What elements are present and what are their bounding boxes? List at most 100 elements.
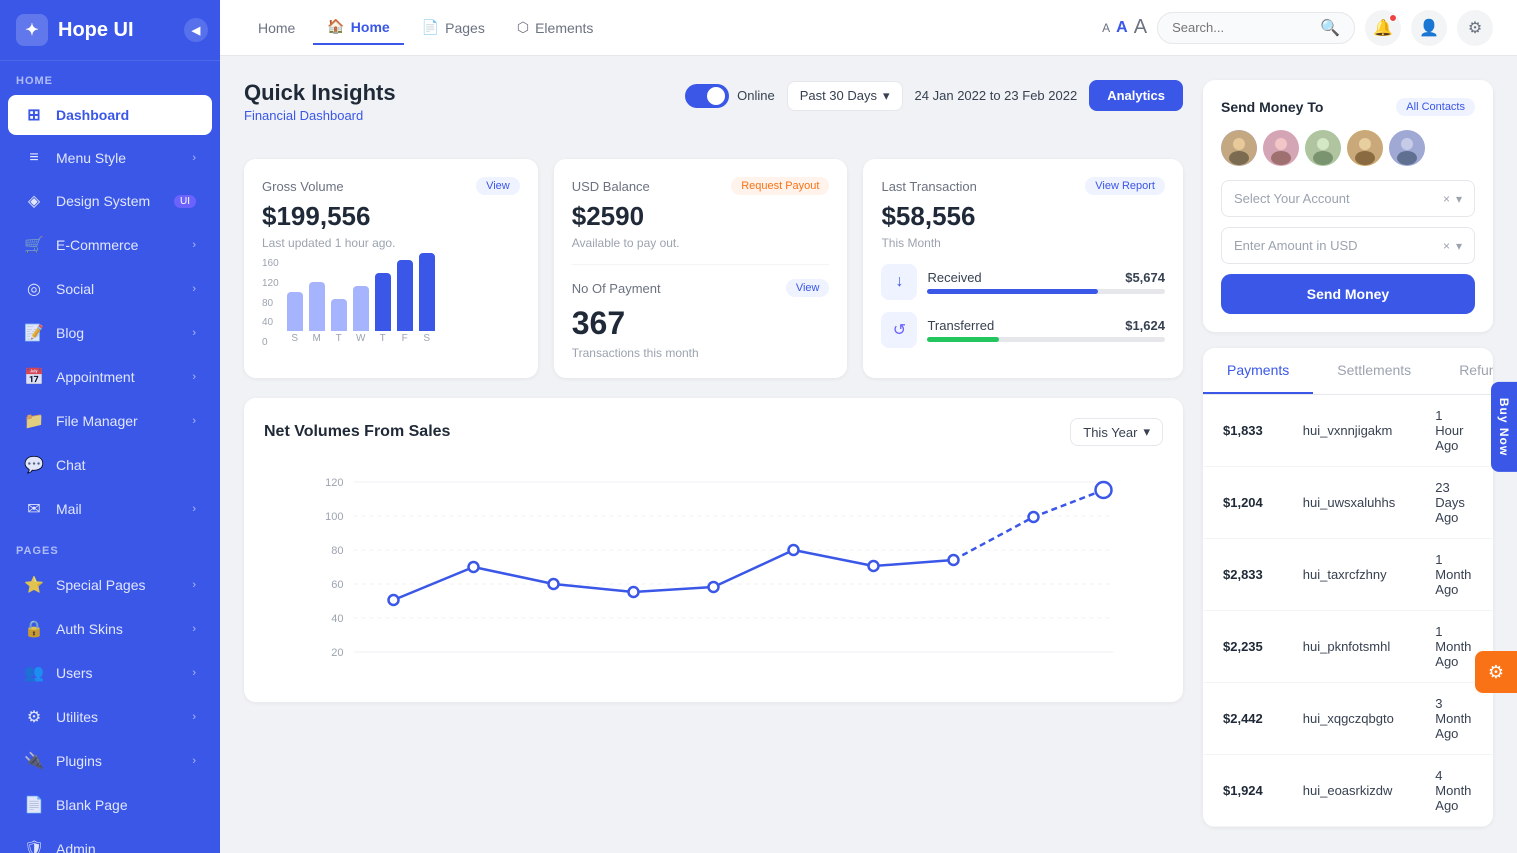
bar	[375, 273, 391, 332]
sidebar-item-users[interactable]: 👥 Users ›	[8, 653, 212, 693]
sidebar-item-utilites[interactable]: ⚙ Utilites ›	[8, 697, 212, 737]
sidebar-item-design-system[interactable]: ◈ Design System UI	[8, 181, 212, 221]
payment-id[interactable]: hui_xqgczqbgto	[1283, 683, 1416, 755]
chevron-icon-2: ›	[192, 239, 196, 251]
payment-id[interactable]: hui_eoasrkizdw	[1283, 755, 1416, 827]
payments-tabs: Payments Settlements Refunds	[1203, 348, 1493, 395]
payment-status: Processed	[1491, 755, 1493, 827]
sidebar-label-admin: Admin	[56, 841, 96, 853]
view-report-btn[interactable]: View Report	[1085, 177, 1165, 195]
sidebar-item-mail[interactable]: ✉ Mail ›	[8, 489, 212, 529]
user-profile-btn[interactable]: 👤	[1411, 10, 1447, 46]
y-label-160: 160	[262, 258, 279, 269]
enter-amount-field[interactable]: Enter Amount in USD × ▾	[1221, 227, 1475, 264]
font-medium-btn[interactable]: A	[1116, 19, 1128, 37]
chevron-icon-9: ›	[192, 623, 196, 635]
settings-fab[interactable]: ⚙	[1475, 651, 1517, 693]
payment-time: 1 Month Ago	[1415, 539, 1491, 611]
font-large-btn[interactable]: A	[1134, 16, 1147, 39]
insights-title: Quick Insights	[244, 80, 396, 106]
all-contacts-btn[interactable]: All Contacts	[1396, 98, 1475, 116]
dashboard-icon: ⊞	[24, 105, 44, 125]
bar-day-label: M	[313, 333, 321, 344]
clear-icon: ×	[1443, 192, 1450, 206]
font-size-buttons: A A A	[1102, 16, 1147, 39]
payment-id[interactable]: hui_uwsxaluhhs	[1283, 467, 1416, 539]
chevron-icon-11: ›	[192, 711, 196, 723]
sidebar-item-social[interactable]: ◎ Social ›	[8, 269, 212, 309]
transferred-amount: $1,624	[1125, 318, 1165, 333]
sidebar-item-admin[interactable]: 🛡 Admin	[8, 829, 212, 853]
tab-refunds[interactable]: Refunds	[1435, 348, 1493, 394]
sidebar-label-blog: Blog	[56, 325, 84, 341]
online-toggle[interactable]	[685, 84, 729, 108]
bar	[397, 260, 413, 332]
online-toggle-wrap: Online	[685, 84, 775, 108]
online-label: Online	[737, 88, 775, 103]
transferred-title-row: Transferred $1,624	[927, 318, 1165, 333]
usd-balance-note: Available to pay out.	[572, 236, 830, 250]
sidebar-item-chat[interactable]: 💬 Chat	[8, 445, 212, 485]
y-label-120: 120	[262, 278, 279, 289]
topnav-elements[interactable]: ⬡ Elements	[503, 11, 608, 44]
enter-amount-placeholder: Enter Amount in USD	[1234, 238, 1358, 253]
sidebar-item-appointment[interactable]: 📅 Appointment ›	[8, 357, 212, 397]
home-section-label: HOME	[0, 61, 220, 93]
bar-day-label: S	[423, 333, 430, 344]
select-account-field[interactable]: Select Your Account × ▾	[1221, 180, 1475, 217]
sidebar-item-menu-style[interactable]: ≡ Menu Style ›	[8, 139, 212, 177]
period-dropdown[interactable]: Past 30 Days ▾	[787, 81, 903, 111]
search-box[interactable]: 🔍	[1157, 12, 1355, 44]
special-pages-icon: ⭐	[24, 575, 44, 595]
payment-count-view-btn[interactable]: View	[786, 279, 830, 297]
auth-skins-icon: 🔒	[24, 619, 44, 639]
settings-nav-btn[interactable]: ⚙	[1457, 10, 1493, 46]
pages-section-label: PAGES	[0, 531, 220, 563]
avatar-1[interactable]	[1221, 130, 1257, 166]
topnav-home[interactable]: 🏠 Home	[313, 10, 403, 45]
topnav-pages[interactable]: 📄 Pages	[408, 11, 499, 44]
insights-header: Quick Insights Financial Dashboard Onlin…	[244, 80, 1183, 123]
payments-section: Payments Settlements Refunds $1,833 hui_…	[1203, 348, 1493, 827]
sidebar-label-social: Social	[56, 281, 94, 297]
year-dropdown[interactable]: This Year ▾	[1070, 418, 1163, 446]
bar-group: T	[331, 299, 347, 345]
chart-point-5	[709, 582, 719, 592]
sidebar-item-dashboard[interactable]: ⊞ Dashboard	[8, 95, 212, 135]
avatar-4[interactable]	[1347, 130, 1383, 166]
search-input[interactable]	[1172, 20, 1312, 35]
payment-id[interactable]: hui_taxrcfzhny	[1283, 539, 1416, 611]
sidebar-item-plugins[interactable]: 🔌 Plugins ›	[8, 741, 212, 781]
sidebar-collapse-btn[interactable]: ◀	[184, 18, 208, 42]
payment-count-note: Transactions this month	[572, 346, 830, 360]
sidebar-item-auth-skins[interactable]: 🔒 Auth Skins ›	[8, 609, 212, 649]
request-payout-btn[interactable]: Request Payout	[731, 177, 829, 195]
ui-badge: UI	[174, 195, 196, 208]
avatar-3[interactable]	[1305, 130, 1341, 166]
sidebar-item-special-pages[interactable]: ⭐ Special Pages ›	[8, 565, 212, 605]
home-icon: 🏠	[327, 18, 344, 35]
tab-payments[interactable]: Payments	[1203, 348, 1313, 394]
last-transaction-period: This Month	[881, 236, 1165, 250]
sidebar-item-blank-page[interactable]: 📄 Blank Page	[8, 785, 212, 825]
transferred-progress-fill	[927, 337, 998, 342]
notifications-btn[interactable]: 🔔	[1365, 10, 1401, 46]
sidebar-item-ecommerce[interactable]: 🛒 E-Commerce ›	[8, 225, 212, 265]
tab-settlements[interactable]: Settlements	[1313, 348, 1435, 394]
send-money-btn[interactable]: Send Money	[1221, 274, 1475, 314]
clear-amount-icon: ×	[1443, 239, 1450, 253]
bar-group: S	[419, 253, 435, 344]
topnav-home-breadcrumb[interactable]: Home	[244, 12, 309, 44]
gross-volume-view-btn[interactable]: View	[476, 177, 520, 195]
avatar-2[interactable]	[1263, 130, 1299, 166]
font-small-btn[interactable]: A	[1102, 21, 1110, 35]
sidebar-item-blog[interactable]: 📝 Blog ›	[8, 313, 212, 353]
bar-group: F	[397, 260, 413, 345]
buy-now-tab[interactable]: Buy Now	[1491, 381, 1517, 471]
payment-id[interactable]: hui_pknfotsmhl	[1283, 611, 1416, 683]
avatar-5[interactable]	[1389, 130, 1425, 166]
received-progress-bg	[927, 289, 1165, 294]
analytics-button[interactable]: Analytics	[1089, 80, 1183, 111]
payment-id[interactable]: hui_vxnnjigakm	[1283, 395, 1416, 467]
sidebar-item-file-manager[interactable]: 📁 File Manager ›	[8, 401, 212, 441]
